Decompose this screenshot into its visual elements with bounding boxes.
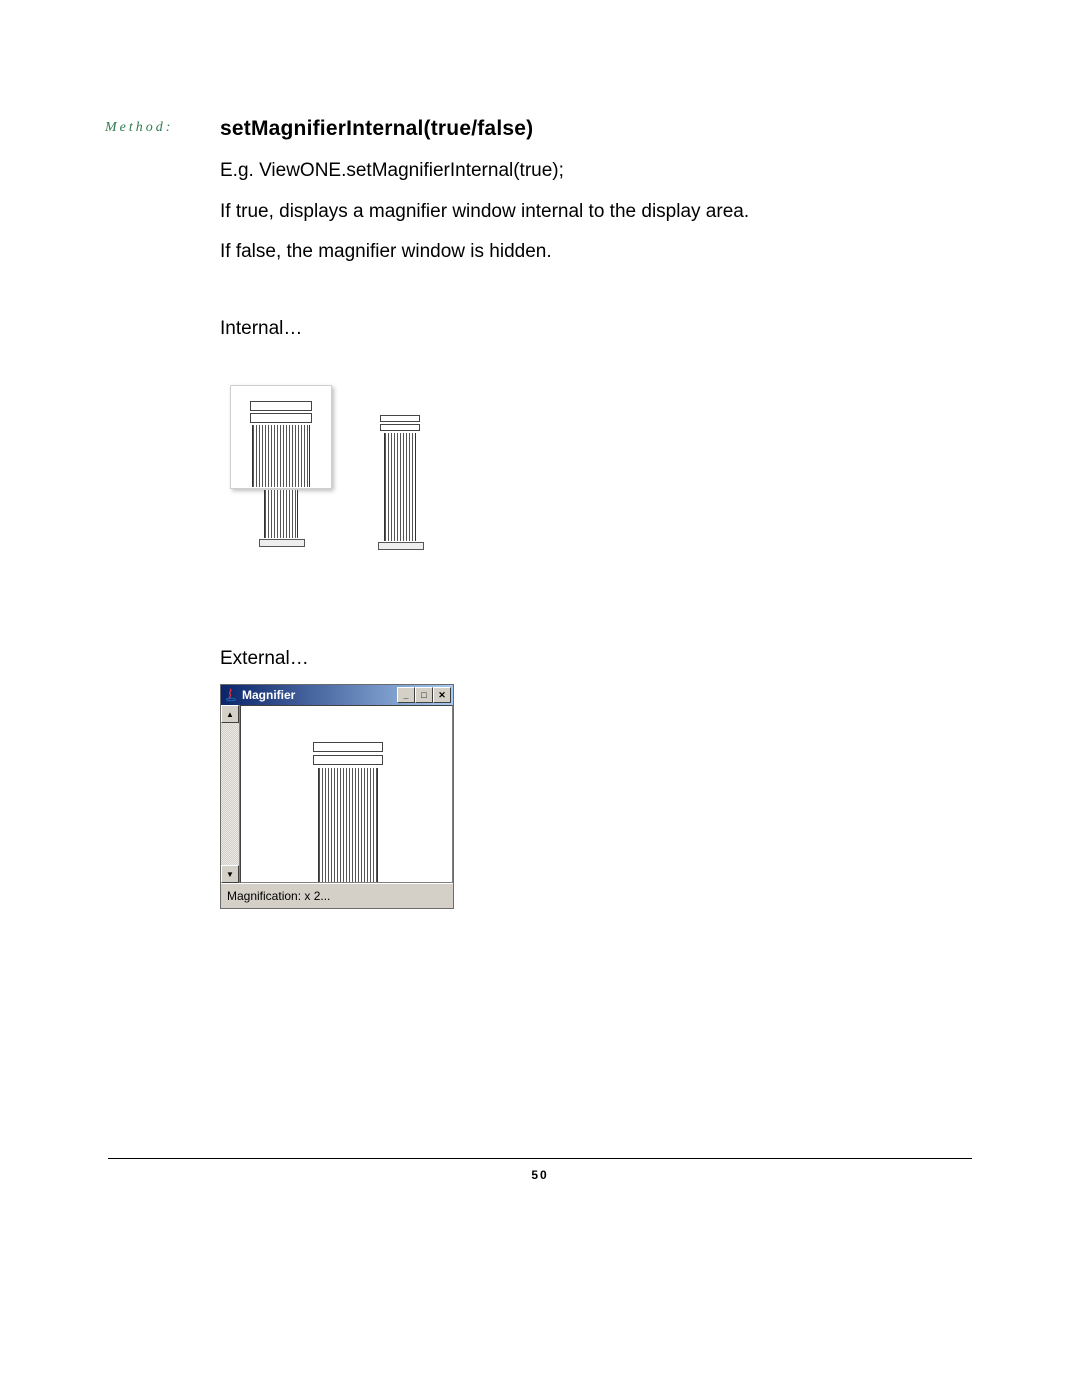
column-small-icon bbox=[380, 415, 420, 550]
maximize-button[interactable]: □ bbox=[415, 687, 433, 703]
external-label: External… bbox=[220, 648, 309, 670]
scroll-track-upper[interactable] bbox=[221, 723, 239, 843]
document-page: Method: setMagnifierInternal(true/false)… bbox=[0, 0, 1080, 1397]
scroll-up-button[interactable]: ▲ bbox=[221, 705, 239, 723]
scroll-track-lower[interactable] bbox=[221, 843, 239, 865]
vertical-scrollbar[interactable]: ▲ ▼ bbox=[221, 705, 240, 883]
column-zoomed-icon bbox=[313, 742, 383, 883]
minimize-button[interactable]: _ bbox=[397, 687, 415, 703]
internal-label: Internal… bbox=[220, 318, 302, 340]
desc-false: If false, the magnifier window is hidden… bbox=[220, 241, 552, 263]
maximize-icon: □ bbox=[421, 691, 426, 700]
page-number: 50 bbox=[0, 1168, 1080, 1182]
status-bar: Magnification: x 2... bbox=[221, 883, 453, 908]
magnifier-window: Magnifier _ □ ✕ ▲ ▼ Mag bbox=[220, 684, 454, 909]
window-titlebar[interactable]: Magnifier _ □ ✕ bbox=[221, 685, 453, 705]
column-large-icon bbox=[250, 401, 312, 487]
magnification-status: Magnification: x 2... bbox=[227, 889, 330, 903]
close-icon: ✕ bbox=[438, 691, 446, 700]
scroll-down-button[interactable]: ▼ bbox=[221, 865, 239, 883]
window-title: Magnifier bbox=[242, 688, 397, 702]
column-continuation-icon bbox=[263, 490, 299, 547]
close-button[interactable]: ✕ bbox=[433, 687, 451, 703]
magnifier-viewport[interactable] bbox=[240, 705, 453, 883]
window-body: ▲ ▼ bbox=[221, 705, 453, 883]
chevron-up-icon: ▲ bbox=[226, 710, 234, 719]
minimize-icon: _ bbox=[403, 691, 408, 700]
java-icon bbox=[224, 688, 238, 702]
desc-true: If true, displays a magnifier window int… bbox=[220, 201, 749, 223]
chevron-down-icon: ▼ bbox=[226, 870, 234, 879]
method-label: Method: bbox=[105, 120, 173, 136]
internal-illustration bbox=[220, 375, 470, 565]
footer-rule bbox=[108, 1158, 972, 1159]
method-heading: setMagnifierInternal(true/false) bbox=[220, 117, 533, 141]
example-line: E.g. ViewONE.setMagnifierInternal(true); bbox=[220, 160, 564, 182]
